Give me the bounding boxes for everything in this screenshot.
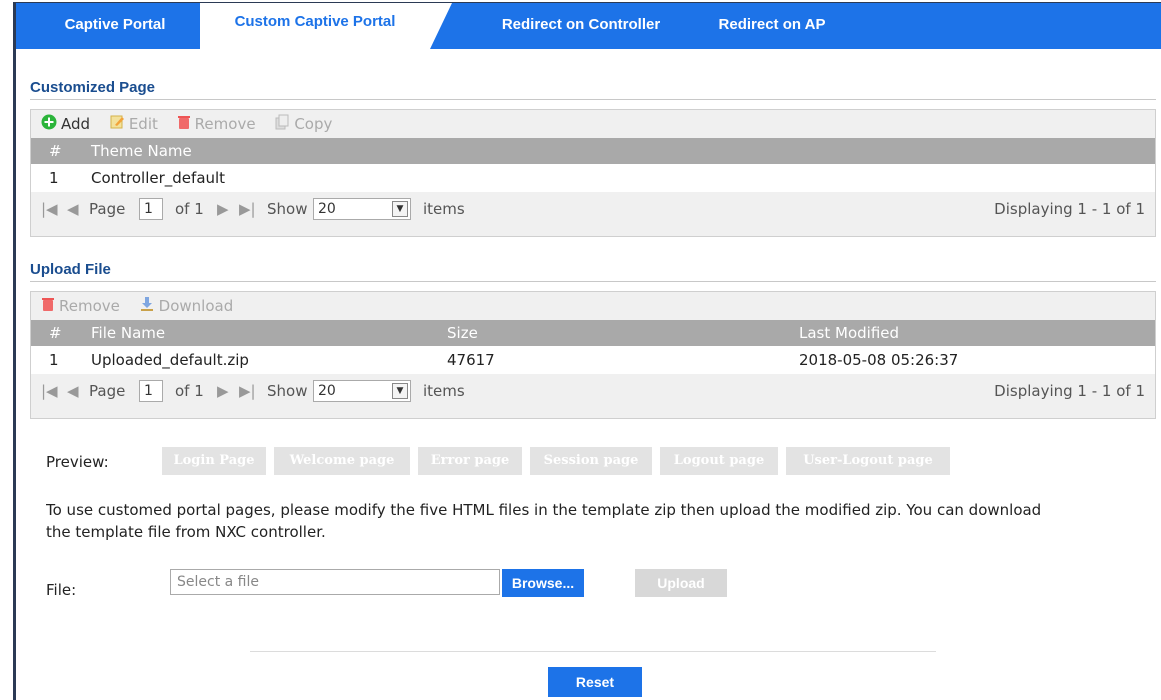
- upload-file-title: Upload File: [30, 261, 111, 278]
- tab-captive-portal[interactable]: Captive Portal: [40, 3, 190, 49]
- displaying-label: Displaying 1 - 1 of 1: [994, 382, 1145, 400]
- edit-button[interactable]: Edit: [109, 110, 158, 139]
- remove-label: Remove: [194, 115, 256, 133]
- page-label: Page: [89, 382, 126, 400]
- copy-icon: [274, 111, 290, 139]
- next-page-icon[interactable]: ▶: [217, 374, 229, 408]
- reset-button[interactable]: Reset: [548, 667, 642, 697]
- row-file-name: Uploaded_default.zip: [91, 351, 249, 369]
- instructions-line-1: To use customed portal pages, please mod…: [46, 501, 1042, 519]
- page-label: Page: [89, 200, 126, 218]
- remove-file-button[interactable]: Remove: [41, 292, 120, 321]
- page-number-input[interactable]: 1: [139, 380, 163, 402]
- column-header-theme-name[interactable]: Theme Name: [91, 138, 192, 164]
- browse-button[interactable]: Browse...: [502, 569, 584, 597]
- last-page-icon[interactable]: ▶|: [239, 192, 256, 226]
- preview-error-page-button[interactable]: Error page: [418, 447, 522, 475]
- add-label: Add: [61, 115, 91, 133]
- add-icon: [41, 111, 57, 139]
- page-of-label: of 1: [175, 200, 204, 218]
- preview-session-page-button[interactable]: Session page: [530, 447, 652, 475]
- preview-welcome-page-button[interactable]: Welcome page: [274, 447, 410, 475]
- prev-page-icon[interactable]: ◀: [67, 374, 79, 408]
- customized-page-title: Customized Page: [30, 79, 156, 96]
- items-label: items: [423, 382, 465, 400]
- prev-page-icon[interactable]: ◀: [67, 192, 79, 226]
- download-label: Download: [158, 297, 234, 315]
- download-button[interactable]: Download: [139, 292, 234, 321]
- upload-file-table: Remove Download # File Name Size Last Mo…: [30, 291, 1156, 419]
- file-label: File:: [46, 581, 77, 599]
- first-page-icon[interactable]: |◀: [41, 374, 58, 408]
- tab-custom-captive-portal[interactable]: Custom Captive Portal: [200, 3, 452, 49]
- tab-redirect-on-controller[interactable]: Redirect on Controller: [476, 3, 686, 49]
- copy-button[interactable]: Copy: [274, 110, 332, 139]
- next-page-icon[interactable]: ▶: [217, 192, 229, 226]
- trash-icon: [177, 111, 191, 139]
- row-last-modified: 2018-05-08 05:26:37: [799, 351, 959, 369]
- customized-page-toolbar: Add Edit Remove Copy: [31, 110, 1155, 138]
- preview-label: Preview:: [46, 453, 109, 471]
- column-header-index[interactable]: #: [49, 138, 62, 164]
- add-button[interactable]: Add: [41, 110, 90, 139]
- page-size-value: 20: [318, 201, 336, 217]
- tab-bar: Captive Portal Custom Captive Portal Red…: [16, 3, 1161, 49]
- edit-label: Edit: [128, 115, 158, 133]
- row-index: 1: [49, 351, 59, 369]
- remove-button[interactable]: Remove: [177, 110, 256, 139]
- page-number-input[interactable]: 1: [139, 198, 163, 220]
- chevron-down-icon: ▼: [392, 383, 408, 399]
- table-header: # File Name Size Last Modified: [31, 320, 1155, 346]
- column-header-size[interactable]: Size: [447, 320, 478, 346]
- pager: |◀ ◀ Page 1 of 1 ▶ ▶| Show 20 ▼ items Di…: [31, 374, 1155, 408]
- edit-icon: [109, 111, 125, 139]
- instructions-line-2: the template file from NXC controller.: [46, 523, 326, 541]
- show-label: Show: [267, 200, 308, 218]
- download-icon: [139, 293, 155, 321]
- remove-file-label: Remove: [59, 297, 120, 315]
- customized-page-table: Add Edit Remove Copy # Theme Name 1 Cont…: [30, 109, 1156, 237]
- preview-user-logout-page-button[interactable]: User-Logout page: [786, 447, 950, 475]
- preview-login-page-button[interactable]: Login Page: [162, 447, 266, 475]
- table-row[interactable]: 1 Controller_default: [31, 164, 1155, 192]
- row-theme-name: Controller_default: [91, 169, 226, 187]
- page-size-select[interactable]: 20 ▼: [313, 380, 411, 402]
- column-header-file-name[interactable]: File Name: [91, 320, 165, 346]
- preview-logout-page-button[interactable]: Logout page: [660, 447, 778, 475]
- row-index: 1: [49, 169, 59, 187]
- row-size: 47617: [447, 351, 495, 369]
- upload-button[interactable]: Upload: [635, 569, 727, 597]
- column-header-last-modified[interactable]: Last Modified: [799, 320, 899, 346]
- last-page-icon[interactable]: ▶|: [239, 374, 256, 408]
- table-row[interactable]: 1 Uploaded_default.zip 47617 2018-05-08 …: [31, 346, 1155, 374]
- displaying-label: Displaying 1 - 1 of 1: [994, 200, 1145, 218]
- table-header: # Theme Name: [31, 138, 1155, 164]
- section-divider: [30, 281, 1156, 282]
- section-divider: [30, 99, 1156, 100]
- column-header-index[interactable]: #: [49, 320, 62, 346]
- main-frame: Captive Portal Custom Captive Portal Red…: [13, 2, 1161, 700]
- chevron-down-icon: ▼: [392, 201, 408, 217]
- show-label: Show: [267, 382, 308, 400]
- items-label: items: [423, 200, 465, 218]
- pager: |◀ ◀ Page 1 of 1 ▶ ▶| Show 20 ▼ items Di…: [31, 192, 1155, 226]
- page-of-label: of 1: [175, 382, 204, 400]
- trash-icon: [41, 293, 55, 321]
- copy-label: Copy: [294, 115, 333, 133]
- page-size-value: 20: [318, 383, 336, 399]
- footer-divider: [250, 651, 936, 652]
- upload-file-toolbar: Remove Download: [31, 292, 1155, 320]
- first-page-icon[interactable]: |◀: [41, 192, 58, 226]
- file-input[interactable]: Select a file: [170, 569, 500, 595]
- page-size-select[interactable]: 20 ▼: [313, 198, 411, 220]
- tab-redirect-on-ap[interactable]: Redirect on AP: [712, 3, 832, 49]
- tab-bar-spacer: [16, 49, 1161, 67]
